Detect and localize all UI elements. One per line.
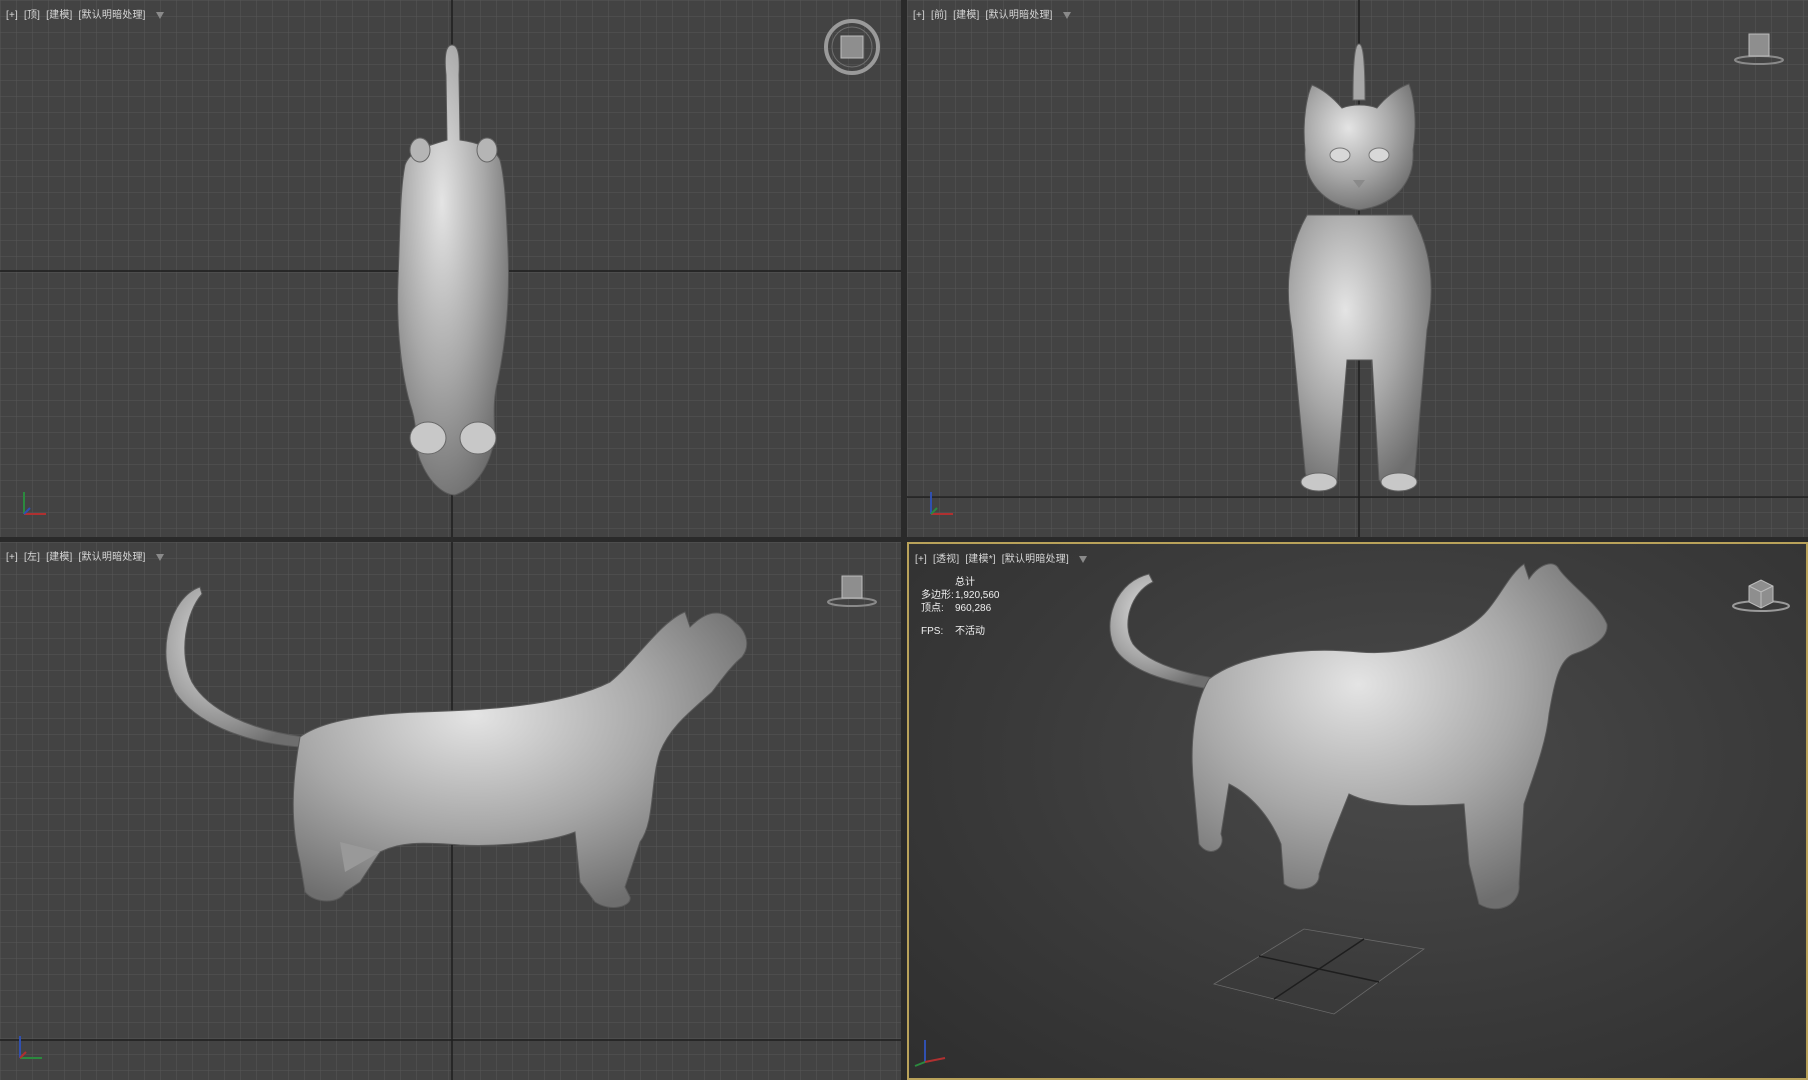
viewport-shading[interactable]: [默认明暗处理] — [1002, 554, 1069, 565]
viewport-perspective[interactable]: [+] [透视] [建模*] [默认明暗处理] 总计 多边形: 1,920,560… — [907, 542, 1808, 1080]
viewport-shading[interactable]: [默认明暗处理] — [78, 552, 145, 563]
viewport-shading[interactable]: [默认明暗处理] — [985, 10, 1052, 21]
filter-triangle-icon[interactable] — [155, 11, 164, 19]
viewport-front[interactable]: [+] [前] [建模] [默认明暗处理] — [907, 0, 1808, 537]
viewport-point-of-view[interactable]: [透视] — [933, 554, 959, 565]
viewport-top[interactable]: [+] [顶] [建模] [默认明暗处理] — [0, 0, 901, 537]
fps-value: 不活动 — [955, 626, 985, 637]
axis-gizmo-icon — [19, 1036, 42, 1059]
viewport-left[interactable]: [+] [左] [建模] [默认明暗处理] — [0, 542, 901, 1080]
cat-model-perspective[interactable] — [909, 544, 1806, 1078]
viewcube-icon[interactable] — [823, 572, 881, 612]
viewport-label[interactable]: [+] [左] [建模] [默认明暗处理] — [6, 548, 164, 563]
axis-gizmo-icon — [914, 1040, 946, 1067]
viewport-mode[interactable]: [建模] — [953, 10, 979, 21]
viewcube-icon[interactable] — [1729, 572, 1793, 616]
polygons-value: 1,920,560 — [955, 590, 1000, 601]
viewport-label[interactable]: [+] [前] [建模] [默认明暗处理] — [913, 6, 1071, 21]
cat-model-side[interactable] — [0, 542, 901, 1080]
axis-gizmo-icon — [930, 492, 953, 515]
axis-gizmo-icon — [23, 492, 46, 515]
stats-header: 总计 — [955, 577, 975, 588]
polygons-label: 多边形: — [921, 590, 954, 601]
filter-triangle-icon[interactable] — [1062, 11, 1071, 19]
viewport-point-of-view[interactable]: [左] — [24, 552, 40, 563]
viewport-point-of-view[interactable]: [顶] — [24, 10, 40, 21]
fps-label: FPS: — [921, 626, 944, 637]
viewport-mode[interactable]: [建模] — [46, 10, 72, 21]
viewcube-icon[interactable] — [823, 18, 881, 76]
cat-model-front[interactable] — [907, 0, 1808, 537]
viewport-mode[interactable]: [建模*] — [965, 554, 995, 565]
viewcube-icon[interactable] — [1730, 30, 1788, 70]
viewport-menu-plus[interactable]: [+] — [6, 10, 18, 21]
home-grid — [1212, 928, 1426, 1015]
vertices-value: 960,286 — [955, 603, 992, 614]
viewport-label[interactable]: [+] [顶] [建模] [默认明暗处理] — [6, 6, 164, 21]
filter-triangle-icon[interactable] — [1078, 555, 1087, 563]
viewport-point-of-view[interactable]: [前] — [931, 10, 947, 21]
viewport-label[interactable]: [+] [透视] [建模*] [默认明暗处理] — [915, 550, 1087, 565]
viewport-menu-plus[interactable]: [+] — [6, 552, 18, 563]
viewport-shading[interactable]: [默认明暗处理] — [78, 10, 145, 21]
filter-triangle-icon[interactable] — [155, 553, 164, 561]
viewport-menu-plus[interactable]: [+] — [913, 10, 925, 21]
cat-model-top[interactable] — [0, 0, 901, 537]
viewport-mode[interactable]: [建模] — [46, 552, 72, 563]
scene-statistics: 总计 多边形: 1,920,560 顶点: 960,286 FPS: 不活动 — [921, 576, 1000, 638]
viewport-menu-plus[interactable]: [+] — [915, 554, 927, 565]
vertices-label: 顶点: — [921, 603, 944, 614]
